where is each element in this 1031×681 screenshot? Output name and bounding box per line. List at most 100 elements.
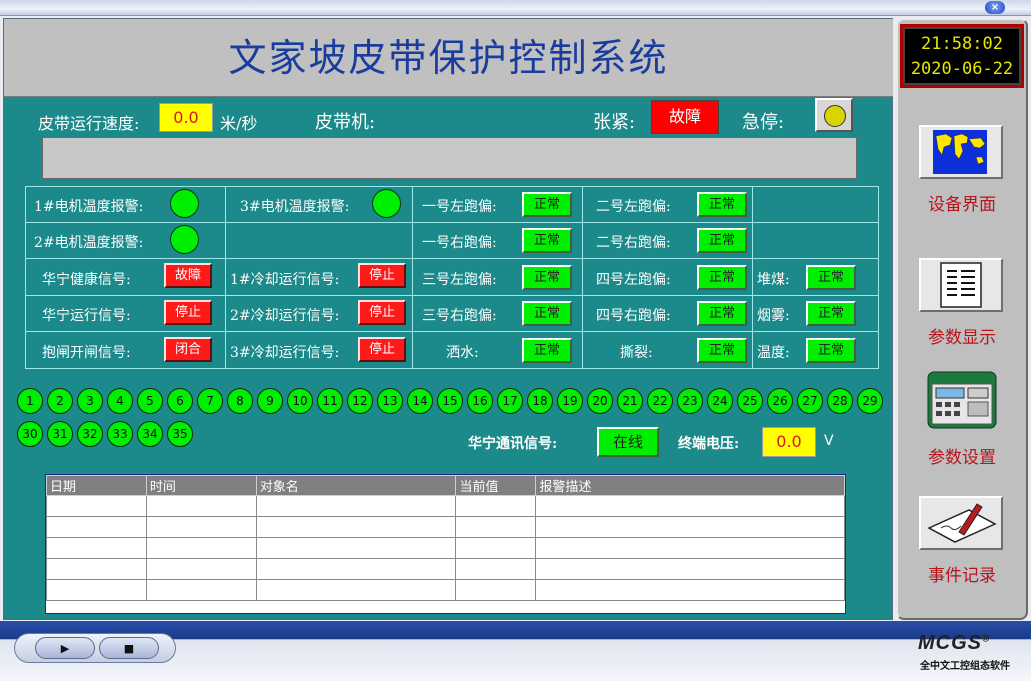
node-indicator: 14 [407,388,433,414]
motor2-temp-label: 2#电机温度报警: [34,235,144,251]
table-cell [145,495,257,517]
param-display-label[interactable]: 参数显示 [896,323,1028,348]
cool3-badge: 停止 [358,337,406,362]
control-panel-icon [927,371,997,429]
grid-divider [25,331,879,332]
table-row[interactable] [46,537,845,559]
tear-label: 撕裂: [620,345,653,361]
node-indicator: 26 [767,388,793,414]
coal-pile-label: 堆煤: [757,272,790,288]
node-indicator: 18 [527,388,553,414]
node-indicator: 32 [77,421,103,447]
table-cell [535,558,845,580]
col-time[interactable]: 时间 [145,475,257,496]
deviation-3-left-badge: 正常 [522,265,572,290]
node-indicator: 11 [317,388,343,414]
table-cell [46,579,147,601]
node-indicator: 8 [227,388,253,414]
param-settings-button[interactable] [926,370,998,430]
table-cell [455,537,537,559]
node-indicator: 9 [257,388,283,414]
deviation-1-left-badge: 正常 [522,192,572,217]
table-cell [255,516,457,538]
temp-badge: 正常 [806,338,856,363]
table-row[interactable] [46,516,845,538]
table-cell [46,537,147,559]
deviation-4-left-label: 四号左跑偏: [596,272,671,288]
node-indicator: 1 [17,388,43,414]
col-current-value[interactable]: 当前值 [455,475,537,496]
estop-button[interactable] [815,98,853,132]
node-indicator: 34 [137,421,163,447]
table-cell [255,495,457,517]
huaning-health-badge: 故障 [164,263,212,288]
cool2-label: 2#冷却运行信号: [230,308,340,324]
table-cell [255,558,457,580]
param-display-button[interactable] [919,258,1003,312]
alarm-table-frame: 日期 时间 对象名 当前值 报警描述 [45,474,846,614]
page-title: 文家坡皮带保护控制系统 [228,36,669,80]
table-cell [455,495,537,517]
node-indicator: 24 [707,388,733,414]
deviation-2-left-badge: 正常 [697,192,747,217]
tension-label: 张紧: [593,112,636,133]
cool1-badge: 停止 [358,263,406,288]
deviation-3-right-badge: 正常 [522,301,572,326]
col-object-name[interactable]: 对象名 [255,475,457,496]
deviation-2-right-badge: 正常 [697,228,747,253]
node-indicator: 2 [47,388,73,414]
table-cell [46,516,147,538]
brand-name: MCGS [918,632,982,654]
belt-speed-unit: 米/秒 [220,114,258,133]
node-indicator: 13 [377,388,403,414]
node-indicator: 15 [437,388,463,414]
belt-machine-label: 皮带机: [315,112,376,133]
event-log-button[interactable] [919,496,1003,550]
node-indicator: 29 [857,388,883,414]
tear-badge: 正常 [697,338,747,363]
node-indicator: 17 [497,388,523,414]
grid-divider [25,295,879,296]
tension-status-badge: 故障 [651,100,719,134]
node-indicator: 23 [677,388,703,414]
temp-label: 温度: [757,345,790,361]
col-alarm-description[interactable]: 报警描述 [535,475,845,496]
play-button[interactable]: ▶ [35,637,95,659]
cool3-label: 3#冷却运行信号: [230,345,340,361]
node-indicator: 5 [137,388,163,414]
node-indicator: 4 [107,388,133,414]
table-cell [145,579,257,601]
window-title-bar [0,0,1031,16]
motor1-temp-led [170,189,199,218]
terminal-voltage-value: 0.0 [762,427,816,457]
motor2-temp-led [170,225,199,254]
grid-divider [412,186,413,369]
table-row[interactable] [46,579,845,601]
table-row[interactable] [46,495,845,517]
table-cell [535,579,845,601]
close-icon[interactable]: × [985,1,1005,14]
table-cell [255,579,457,601]
spray-label: 洒水: [446,345,479,361]
event-log-label[interactable]: 事件记录 [896,561,1028,586]
deviation-1-left-label: 一号左跑偏: [422,199,497,215]
device-screen-button[interactable] [919,125,1003,179]
stop-button[interactable]: ■ [99,637,159,659]
table-row[interactable] [46,558,845,580]
col-date[interactable]: 日期 [46,475,147,496]
table-cell [46,495,147,517]
player-controls: ▶ ■ [14,633,176,663]
grid-divider [25,222,879,223]
world-map-icon [933,130,987,174]
table-cell [535,495,845,517]
table-cell [535,537,845,559]
param-settings-label[interactable]: 参数设置 [896,443,1028,468]
node-indicator: 7 [197,388,223,414]
huaning-run-badge: 停止 [164,300,212,325]
grid-divider [225,186,226,369]
deviation-4-left-badge: 正常 [697,265,747,290]
spray-badge: 正常 [522,338,572,363]
device-screen-label[interactable]: 设备界面 [896,190,1028,215]
brake-switch-label: 抱闸开闸信号: [42,345,131,361]
belt-speed-value: 0.0 [159,103,213,132]
